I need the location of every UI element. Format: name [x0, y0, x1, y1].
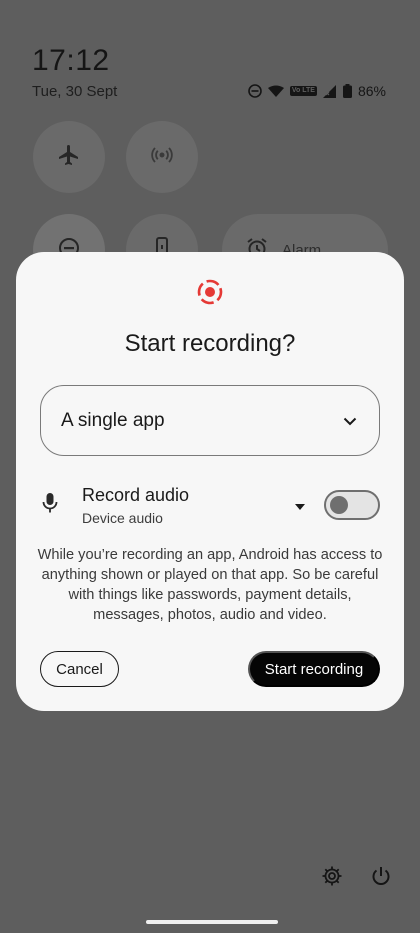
toggle-knob [330, 496, 348, 514]
signal-icon [322, 84, 337, 98]
audio-source-label: Device audio [82, 510, 163, 526]
audio-source-dropdown[interactable] [290, 496, 310, 516]
airplane-mode-tile[interactable] [33, 121, 105, 193]
wifi-icon [267, 85, 284, 98]
chevron-down-icon [343, 410, 357, 432]
privacy-warning-text: While you’re recording an app, Android h… [37, 547, 383, 623]
battery-icon [342, 84, 352, 98]
airplane-icon [57, 143, 81, 172]
start-recording-button[interactable]: Start recording [248, 651, 380, 687]
dialog-title: Start recording? [124, 330, 296, 357]
screen-record-icon [196, 278, 224, 306]
date: Tue, 30 Sept [32, 83, 118, 100]
dropdown-triangle-icon [295, 497, 305, 515]
do-not-disturb-status-icon [248, 84, 262, 98]
recording-source-select[interactable]: A single app [40, 385, 380, 456]
power-icon [371, 866, 391, 891]
home-gesture-bar[interactable] [146, 920, 278, 924]
record-audio-row: Record audio Device audio [40, 482, 380, 530]
gear-icon [321, 865, 343, 892]
microphone-icon [42, 492, 58, 519]
hotspot-icon [150, 143, 174, 172]
recording-source-value: A single app [61, 409, 165, 431]
screen-record-dialog: Start recording? A single app Record aud… [16, 252, 404, 711]
power-button[interactable] [363, 860, 399, 896]
record-audio-toggle[interactable] [324, 490, 380, 520]
volte-icon: Vo LTE [289, 86, 317, 96]
cancel-button[interactable]: Cancel [40, 651, 119, 687]
settings-button[interactable] [314, 860, 350, 896]
hotspot-tile[interactable] [126, 121, 198, 193]
clock: 17:12 [32, 44, 110, 77]
battery-percent: 86% [357, 83, 386, 99]
status-icons: Vo LTE 86% [248, 83, 386, 99]
record-audio-label: Record audio [82, 485, 190, 505]
